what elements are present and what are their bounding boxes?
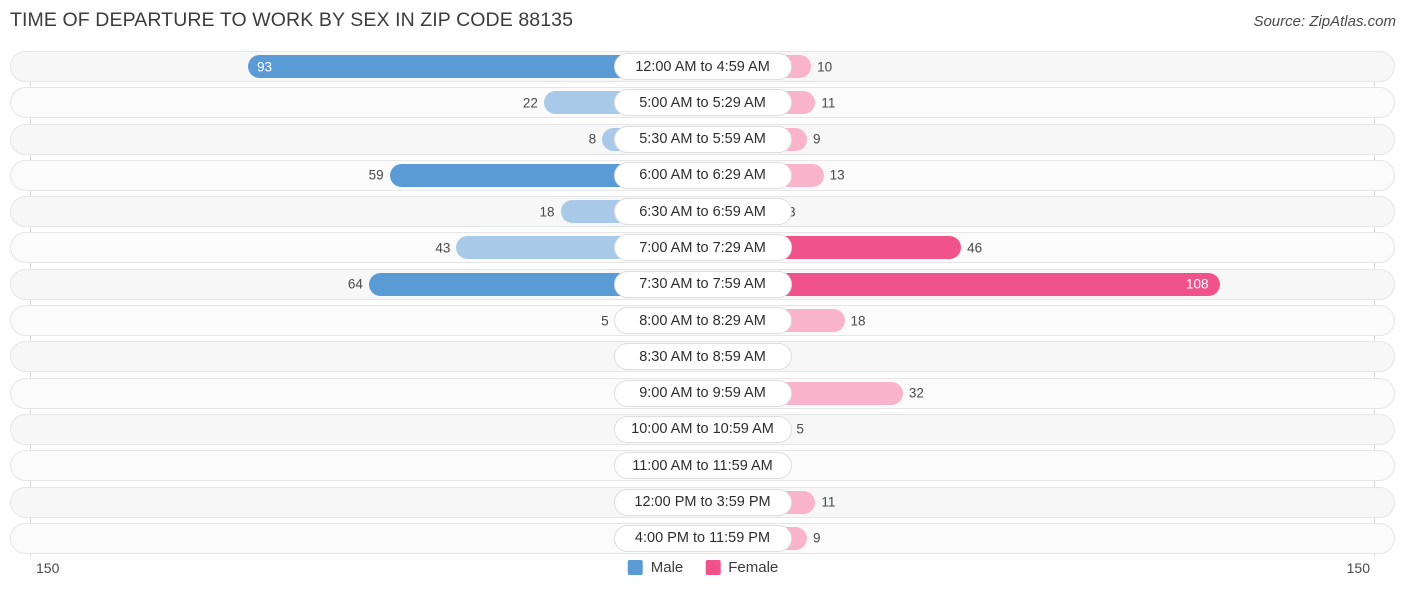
female-value-label: 46 <box>967 240 983 256</box>
table-row[interactable]: 22 11 5:00 AM to 5:29 AM <box>10 87 1395 119</box>
category-label-pill: 7:30 AM to 7:59 AM <box>613 270 792 298</box>
table-row[interactable]: 01112:00 PM to 3:59 PM <box>10 486 1395 518</box>
male-value-label: 22 <box>522 95 538 111</box>
male-value-label: 18 <box>539 204 555 220</box>
table-row[interactable]: 0329:00 AM to 9:59 AM <box>10 377 1395 409</box>
female-value-label: 32 <box>908 385 924 401</box>
female-value-label: 13 <box>829 167 845 183</box>
category-label-pill: 11:00 AM to 11:59 AM <box>613 452 792 480</box>
female-value-label: 10 <box>817 59 833 74</box>
table-row[interactable]: 294:00 PM to 11:59 PM <box>10 522 1395 554</box>
category-label-pill: 8:30 AM to 8:59 AM <box>613 343 792 371</box>
table-row[interactable]: 18 3 6:30 AM to 6:59 AM <box>10 196 1395 228</box>
category-label-pill: 4:00 PM to 11:59 PM <box>613 524 792 552</box>
category-label-pill: 5:30 AM to 5:59 AM <box>613 125 792 153</box>
female-value-label: 5 <box>796 421 804 437</box>
female-value-label: 11 <box>821 494 836 510</box>
female-value-label: 18 <box>850 313 866 329</box>
legend-swatch-icon <box>627 560 643 575</box>
legend-label: Male <box>650 559 684 576</box>
female-value-label: 108 <box>1185 276 1209 292</box>
table-row[interactable]: 59 13 6:00 AM to 6:29 AM <box>10 159 1395 191</box>
legend-swatch-icon <box>705 560 721 575</box>
male-value-label: 59 <box>368 167 384 183</box>
female-value-label: 9 <box>813 530 821 546</box>
table-row[interactable]: 0011:00 AM to 11:59 AM <box>10 450 1395 482</box>
category-label-pill: 7:00 AM to 7:29 AM <box>613 234 792 262</box>
category-label-pill: 10:00 AM to 10:59 AM <box>613 415 792 443</box>
legend-item-female[interactable]: Female <box>705 559 778 576</box>
axis-label-left: 150 <box>36 560 60 576</box>
source-attribution: Source: ZipAtlas.com <box>1253 13 1396 30</box>
category-label-pill: 9:00 AM to 9:59 AM <box>613 379 792 407</box>
chart-page: TIME OF DEPARTURE TO WORK BY SEX IN ZIP … <box>0 0 1406 595</box>
male-value-label: 43 <box>435 240 451 256</box>
table-row[interactable]: 8 9 5:30 AM to 5:59 AM <box>10 123 1395 155</box>
table-row[interactable]: 5 18 8:00 AM to 8:29 AM <box>10 305 1395 337</box>
table-row[interactable]: 64 108 7:30 AM to 7:59 AM <box>10 268 1395 300</box>
male-value-label: 8 <box>588 131 597 147</box>
male-value-label: 93 <box>257 59 273 74</box>
plot-area: 93 10 12:00 AM to 4:59 AM 22 11 5:00 AM to 5:… <box>10 51 1395 556</box>
category-label-pill: 8:00 AM to 8:29 AM <box>613 307 792 335</box>
category-label-pill: 6:00 AM to 6:29 AM <box>613 161 792 189</box>
chart-legend: Male Female <box>627 559 778 576</box>
legend-item-male[interactable]: Male <box>627 559 684 576</box>
table-row[interactable]: 008:30 AM to 8:59 AM <box>10 341 1395 373</box>
female-value-label: 9 <box>813 131 821 147</box>
category-label-pill: 5:00 AM to 5:29 AM <box>613 89 792 117</box>
male-value-label: 5 <box>601 313 609 329</box>
table-row[interactable]: 43 46 7:00 AM to 7:29 AM <box>10 232 1395 264</box>
category-label-pill: 12:00 AM to 4:59 AM <box>613 53 792 80</box>
category-label-pill: 12:00 PM to 3:59 PM <box>613 488 792 516</box>
legend-label: Female <box>728 559 779 576</box>
axis-label-right: 150 <box>1346 560 1370 576</box>
bar-row-list: 93 10 12:00 AM to 4:59 AM 22 11 5:00 AM to 5:… <box>10 51 1395 559</box>
male-value-label: 64 <box>347 276 363 292</box>
female-value-label: 11 <box>821 95 836 111</box>
table-row[interactable]: 93 10 12:00 AM to 4:59 AM <box>10 51 1395 82</box>
table-row[interactable]: 0510:00 AM to 10:59 AM <box>10 413 1395 445</box>
category-label-pill: 6:30 AM to 6:59 AM <box>613 198 792 226</box>
page-title: TIME OF DEPARTURE TO WORK BY SEX IN ZIP … <box>10 9 574 31</box>
